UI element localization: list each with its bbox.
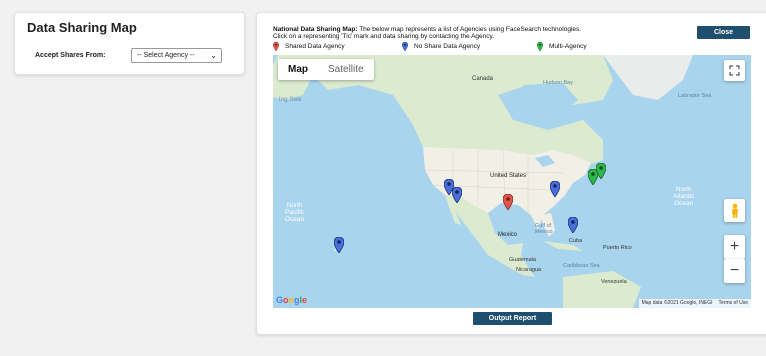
description-title: National Data Sharing Map:	[273, 26, 358, 33]
nicaragua-label: Nicaragua	[516, 267, 542, 273]
map-attribution: Map data ©2021 Google, INEGI Terms of Us…	[638, 299, 751, 308]
agency-select-value: -- Select Agency --	[137, 52, 195, 59]
north-pacific-label: North Pacific Ocean	[285, 202, 305, 223]
chevron-down-icon: ⌄	[210, 51, 217, 60]
page-title: Data Sharing Map	[27, 20, 137, 35]
legend-multi-label: Multi-Agency	[549, 43, 587, 50]
caribbean-label: Caribbean Sea	[563, 263, 600, 269]
blue-pin-icon	[402, 42, 408, 51]
plus-icon: +	[729, 238, 740, 255]
canada-label: Canada	[472, 76, 494, 82]
minus-icon: −	[729, 262, 740, 279]
labrador-sea-label: Labrador Sea	[678, 93, 712, 99]
mexico-label: Mexico	[498, 232, 518, 238]
street-view-button[interactable]	[724, 199, 745, 222]
close-button[interactable]: Close	[697, 26, 750, 39]
description-line2: Click on a representing 'Tic' mark and d…	[273, 33, 495, 40]
legend-no-share: No Share Data Agency	[402, 42, 480, 51]
tab-map[interactable]: Map	[278, 59, 318, 80]
legend-shared: Shared Data Agency	[273, 42, 345, 51]
data-sharing-card: Data Sharing Map Accept Shares From: -- …	[14, 12, 245, 75]
fullscreen-button[interactable]	[724, 60, 745, 81]
map-marker-no-share[interactable]	[550, 181, 560, 197]
red-pin-icon	[273, 42, 279, 51]
guatemala-label: Guatemala	[509, 257, 536, 263]
legend-no-share-label: No Share Data Agency	[414, 43, 481, 50]
hudson-bay-label: Hudson Bay	[543, 80, 573, 86]
map-card: National Data Sharing Map: The below map…	[256, 12, 766, 335]
map-marker-no-share[interactable]	[452, 187, 462, 203]
map-type-control: Map Satellite	[278, 59, 374, 80]
terms-link[interactable]: Terms of Use	[719, 299, 748, 308]
gulf-label: Gulf of Mexico	[535, 223, 553, 235]
zoom-out-button[interactable]: −	[724, 259, 745, 283]
attribution-text: Map data ©2021 Google, INEGI	[641, 300, 713, 306]
map-marker-no-share[interactable]	[568, 217, 578, 233]
map-marker-multi[interactable]	[596, 163, 606, 179]
output-report-button[interactable]: Output Report	[473, 312, 552, 325]
tab-satellite[interactable]: Satellite	[318, 59, 374, 80]
google-logo: Google	[276, 295, 308, 305]
venezuela-label: Venezuela	[601, 279, 627, 285]
green-pin-icon	[537, 42, 543, 51]
description-text: The below map represents a list of Agenc…	[357, 26, 582, 33]
accept-shares-label: Accept Shares From:	[35, 52, 106, 59]
united-states-label: United States	[490, 173, 527, 179]
map-marker-no-share[interactable]	[334, 237, 344, 253]
map-view[interactable]: ing Sea Canada Hudson Bay Labrador Sea U…	[273, 55, 751, 308]
fullscreen-icon	[729, 65, 740, 76]
zoom-in-button[interactable]: +	[724, 235, 745, 259]
north-atlantic-label: North Atlantic Ocean	[673, 186, 695, 207]
puerto-rico-label: Puerto Rico	[603, 245, 632, 251]
legend-shared-label: Shared Data Agency	[285, 43, 345, 50]
pegman-icon	[731, 203, 738, 218]
map-description: National Data Sharing Map: The below map…	[273, 26, 653, 40]
cuba-label: Cuba	[569, 238, 583, 244]
bering-sea-label: ing Sea	[279, 96, 302, 103]
agency-select[interactable]: -- Select Agency -- ⌄	[131, 48, 222, 63]
legend-multi: Multi-Agency	[537, 42, 587, 51]
map-marker-shared[interactable]	[503, 194, 513, 210]
